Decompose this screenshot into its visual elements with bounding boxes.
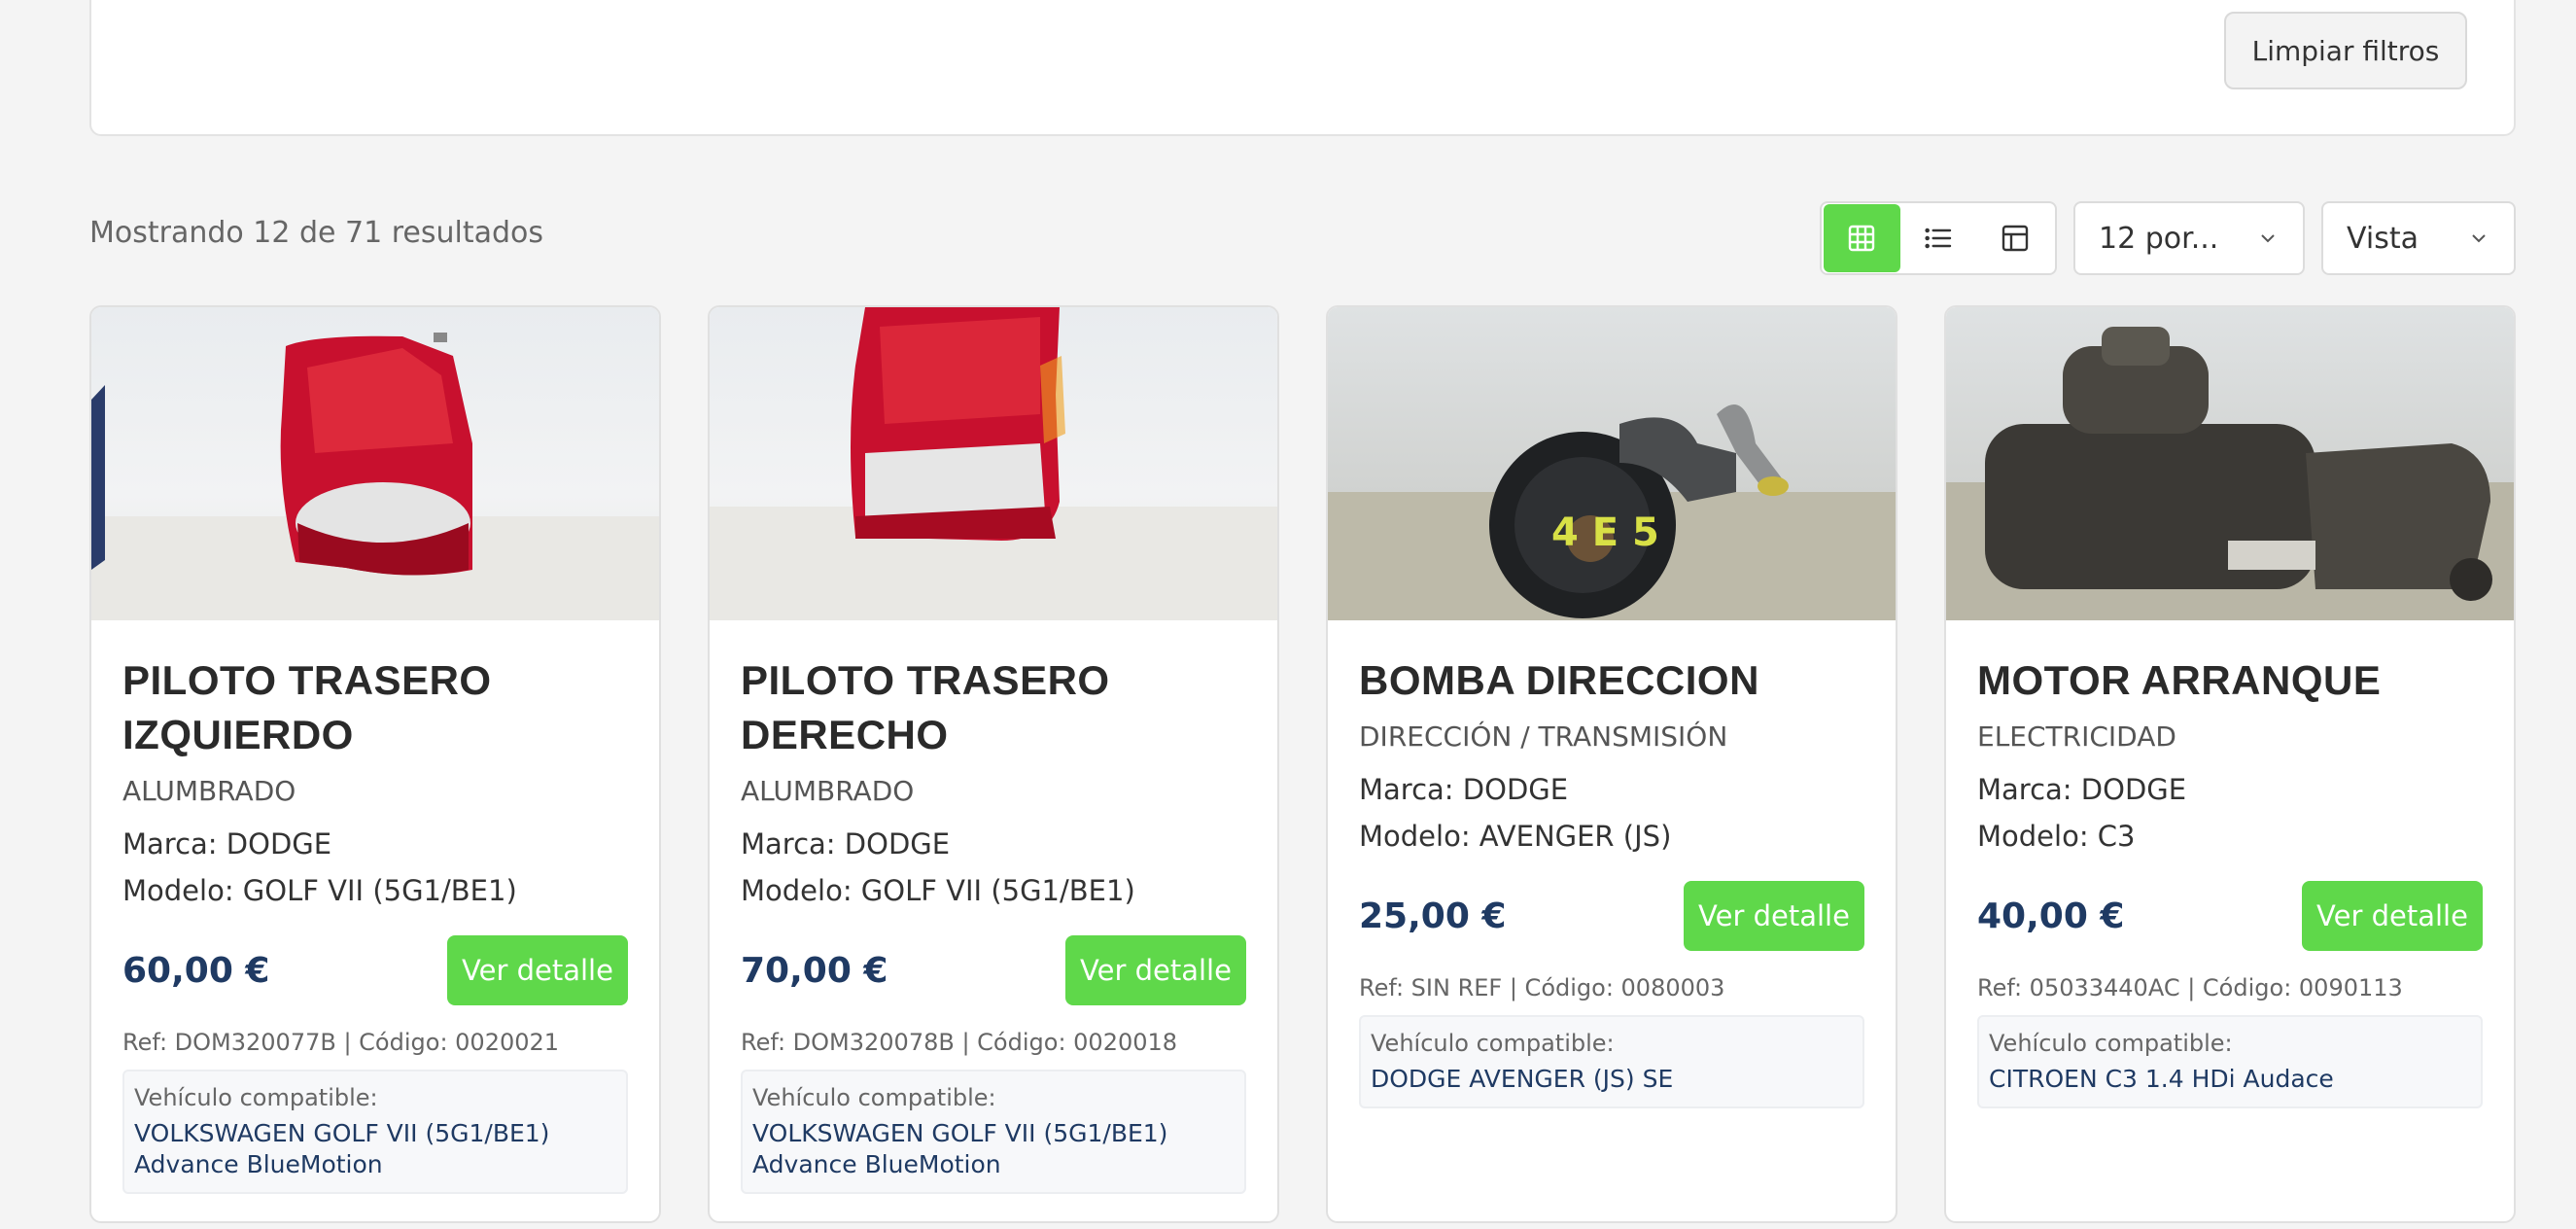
compatible-vehicle-box: Vehículo compatible: VOLKSWAGEN GOLF VII… — [122, 1070, 628, 1194]
product-card[interactable]: PILOTO TRASERO IZQUIERDO ALUMBRADO Marca… — [89, 305, 661, 1223]
product-brand: Marca: DODGE — [1359, 773, 1569, 806]
product-reference: Ref: DOM320078B | Código: 0020018 — [741, 1029, 1178, 1056]
product-category: ALUMBRADO — [122, 775, 296, 807]
compatible-vehicle-box: Vehículo compatible: CITROEN C3 1.4 HDi … — [1977, 1015, 2483, 1108]
product-image[interactable]: 4 E 5 — [1328, 307, 1896, 620]
product-model: Modelo: GOLF VII (5G1/BE1) — [741, 874, 1135, 907]
product-title[interactable]: PILOTO TRASERO DERECHO — [741, 653, 1246, 762]
compatible-vehicle-box: Vehículo compatible: VOLKSWAGEN GOLF VII… — [741, 1070, 1246, 1194]
clear-filters-button[interactable]: Limpiar filtros — [2224, 12, 2467, 89]
product-reference: Ref: DOM320077B | Código: 0020021 — [122, 1029, 560, 1056]
per-page-value: 12 por... — [2099, 221, 2219, 256]
svg-text:4 E 5: 4 E 5 — [1551, 510, 1659, 555]
compatible-vehicle-value: VOLKSWAGEN GOLF VII (5G1/BE1) Advance Bl… — [134, 1119, 550, 1178]
compatible-vehicle-value: VOLKSWAGEN GOLF VII (5G1/BE1) Advance Bl… — [752, 1119, 1168, 1178]
list-view-button[interactable] — [1900, 204, 1977, 272]
starter-motor-image — [1946, 327, 2514, 620]
tail-light-image — [91, 333, 659, 620]
chevron-down-icon — [2472, 234, 2486, 243]
compatible-vehicle-value: CITROEN C3 1.4 HDi Audace — [1989, 1065, 2334, 1093]
filter-panel: Limpiar filtros — [89, 0, 2516, 136]
product-brand: Marca: DODGE — [122, 827, 332, 860]
product-model: Modelo: AVENGER (JS) — [1359, 820, 1672, 853]
compatible-vehicle-label: Vehículo compatible: — [134, 1084, 378, 1111]
view-select[interactable]: Vista — [2321, 201, 2516, 275]
compatible-vehicle-box: Vehículo compatible: DODGE AVENGER (JS) … — [1359, 1015, 1864, 1108]
product-category: ELECTRICIDAD — [1977, 720, 2176, 753]
per-page-select[interactable]: 12 por... — [2073, 201, 2305, 275]
view-detail-button[interactable]: Ver detalle — [2302, 881, 2483, 951]
product-model: Modelo: C3 — [1977, 820, 2136, 853]
tail-light-image — [710, 307, 1277, 620]
compatible-vehicle-label: Vehículo compatible: — [1371, 1030, 1615, 1057]
view-select-value: Vista — [2347, 221, 2419, 256]
view-toggle — [1820, 201, 2057, 275]
steering-pump-image: 4 E 5 — [1328, 404, 1896, 620]
product-category: DIRECCIÓN / TRANSMISIÓN — [1359, 720, 1728, 753]
product-model: Modelo: GOLF VII (5G1/BE1) — [122, 874, 517, 907]
product-title[interactable]: BOMBA DIRECCION — [1359, 653, 1864, 708]
product-title[interactable]: PILOTO TRASERO IZQUIERDO — [122, 653, 628, 762]
grid-icon — [1849, 225, 1875, 252]
product-brand: Marca: DODGE — [741, 827, 951, 860]
product-reference: Ref: 05033440AC | Código: 0090113 — [1977, 974, 2403, 1001]
view-detail-button[interactable]: Ver detalle — [1684, 881, 1864, 951]
product-brand: Marca: DODGE — [1977, 773, 2187, 806]
compatible-vehicle-label: Vehículo compatible: — [752, 1084, 996, 1111]
view-detail-button[interactable]: Ver detalle — [447, 935, 628, 1005]
product-reference: Ref: SIN REF | Código: 0080003 — [1359, 974, 1725, 1001]
product-category: ALUMBRADO — [741, 775, 915, 807]
chevron-down-icon — [2261, 234, 2275, 243]
compatible-vehicle-value: DODGE AVENGER (JS) SE — [1371, 1065, 1674, 1093]
product-price: 60,00 € — [122, 950, 270, 991]
product-image[interactable] — [91, 307, 659, 620]
product-image[interactable] — [1946, 307, 2514, 620]
product-title[interactable]: MOTOR ARRANQUE — [1977, 653, 2483, 708]
product-card[interactable]: MOTOR ARRANQUE ELECTRICIDAD Marca: DODGE… — [1944, 305, 2516, 1223]
compatible-vehicle-label: Vehículo compatible: — [1989, 1030, 2233, 1057]
product-price: 40,00 € — [1977, 895, 2125, 936]
view-detail-button[interactable]: Ver detalle — [1065, 935, 1246, 1005]
grid-view-button[interactable] — [1824, 204, 1900, 272]
product-card[interactable]: 4 E 5 BOMBA DIRECCION DIRECCIÓN / TRANSM… — [1326, 305, 1897, 1223]
product-price: 25,00 € — [1359, 895, 1507, 936]
product-card[interactable]: PILOTO TRASERO DERECHO ALUMBRADO Marca: … — [708, 305, 1279, 1223]
table-icon — [2002, 225, 2028, 252]
table-view-button[interactable] — [1976, 204, 2053, 272]
product-image[interactable] — [710, 307, 1277, 620]
results-count: Mostrando 12 de 71 resultados — [89, 216, 544, 250]
list-icon — [1925, 228, 1952, 249]
product-price: 70,00 € — [741, 950, 888, 991]
